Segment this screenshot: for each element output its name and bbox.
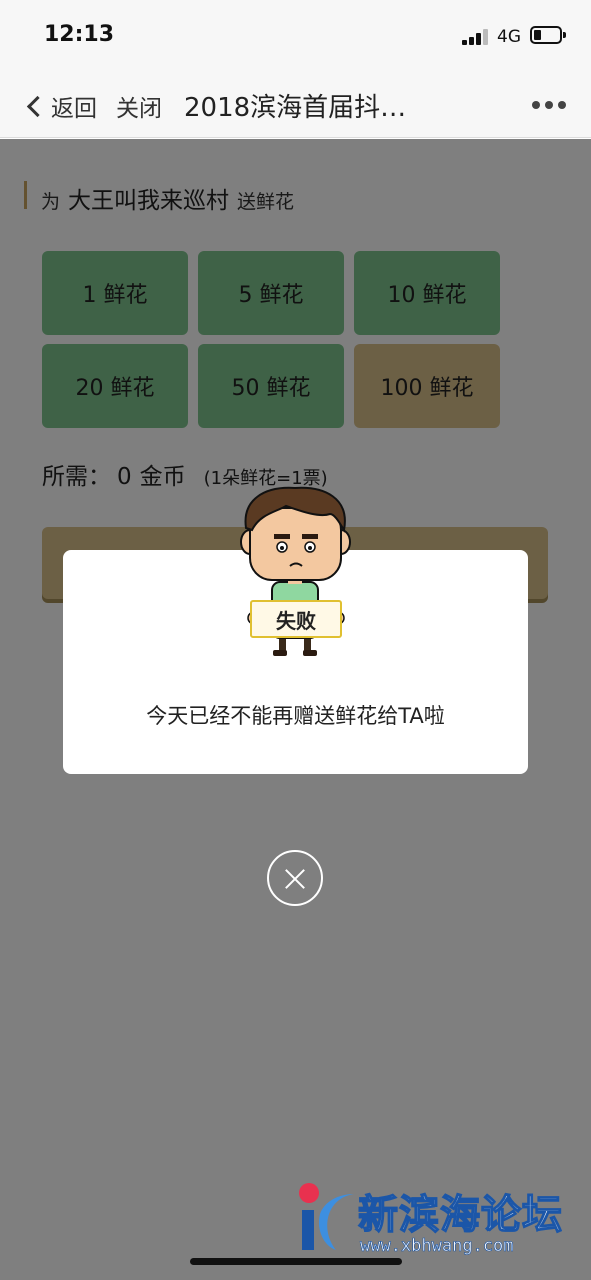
page-title: 2018滨海首届抖… [184, 93, 407, 123]
more-menu-icon[interactable] [532, 101, 566, 109]
failure-sign: 失败 [250, 600, 342, 638]
chevron-left-icon [26, 95, 49, 117]
dialog-message: 今天已经不能再赠送鲜花给TA啦 [146, 704, 445, 728]
signal-icon [462, 29, 490, 45]
site-logo-icon [299, 1183, 354, 1250]
watermark-name: 新滨海论坛 [357, 1191, 563, 1239]
nav-bar: 返回 关闭 2018滨海首届抖… [0, 72, 591, 138]
home-indicator[interactable] [190, 1258, 402, 1265]
battery-icon [530, 26, 566, 44]
network-type: 4G [497, 27, 521, 47]
sad-boy-mascot: 失败 [238, 484, 353, 660]
status-time: 12:13 [44, 22, 115, 47]
site-watermark: 新滨海论坛 www.xbhwang.com [296, 1180, 586, 1264]
close-dialog-button[interactable] [267, 850, 323, 906]
back-label: 返回 [51, 96, 97, 122]
status-bar: 12:13 4G [0, 0, 591, 72]
back-button[interactable]: 返回 [24, 90, 97, 122]
close-page-button[interactable]: 关闭 [116, 89, 162, 123]
watermark-url: www.xbhwang.com [360, 1236, 514, 1257]
